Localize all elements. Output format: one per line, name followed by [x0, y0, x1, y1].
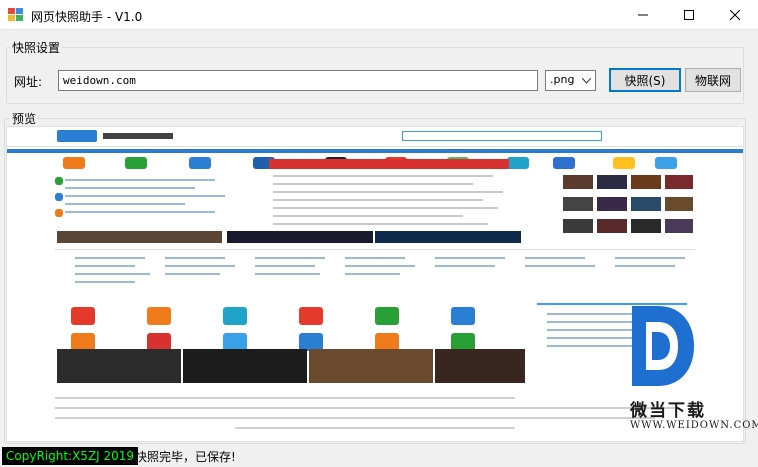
url-label: 网址:: [14, 75, 43, 89]
format-select[interactable]: .png: [545, 70, 596, 91]
chevron-down-icon: [582, 78, 591, 84]
site-nav-bar: [7, 149, 743, 153]
window-title: 网页快照助手 - V1.0: [31, 10, 143, 24]
copyright-label: CopyRight:X5ZJ 2019: [2, 447, 139, 465]
minimize-icon: [638, 14, 648, 16]
preview-group-title: 预览: [10, 110, 39, 127]
app-icon: [8, 8, 24, 22]
status-bar: CopyRight:X5ZJ 2019 快照完毕，已保存!: [0, 444, 758, 467]
minimize-button[interactable]: [620, 0, 666, 30]
preview-image: [6, 126, 744, 442]
site-header: [7, 127, 743, 147]
maximize-icon: [684, 10, 694, 20]
iot-button[interactable]: 物联网: [685, 68, 741, 92]
maximize-button[interactable]: [666, 0, 712, 30]
watermark-name: 微当下载: [630, 401, 706, 421]
snapshot-button[interactable]: 快照(S): [609, 68, 681, 92]
weidown-logo: [632, 306, 694, 386]
status-message: 快照完毕，已保存!: [135, 450, 236, 464]
close-button[interactable]: [712, 0, 758, 30]
watermark-url: WWW.WEIDOWN.COM: [630, 420, 758, 431]
settings-group-title: 快照设置: [10, 39, 63, 56]
title-bar: 网页快照助手 - V1.0: [0, 0, 758, 30]
format-select-value: .png: [550, 73, 575, 86]
url-input[interactable]: weidown.com: [58, 70, 538, 91]
close-icon: [730, 10, 740, 20]
